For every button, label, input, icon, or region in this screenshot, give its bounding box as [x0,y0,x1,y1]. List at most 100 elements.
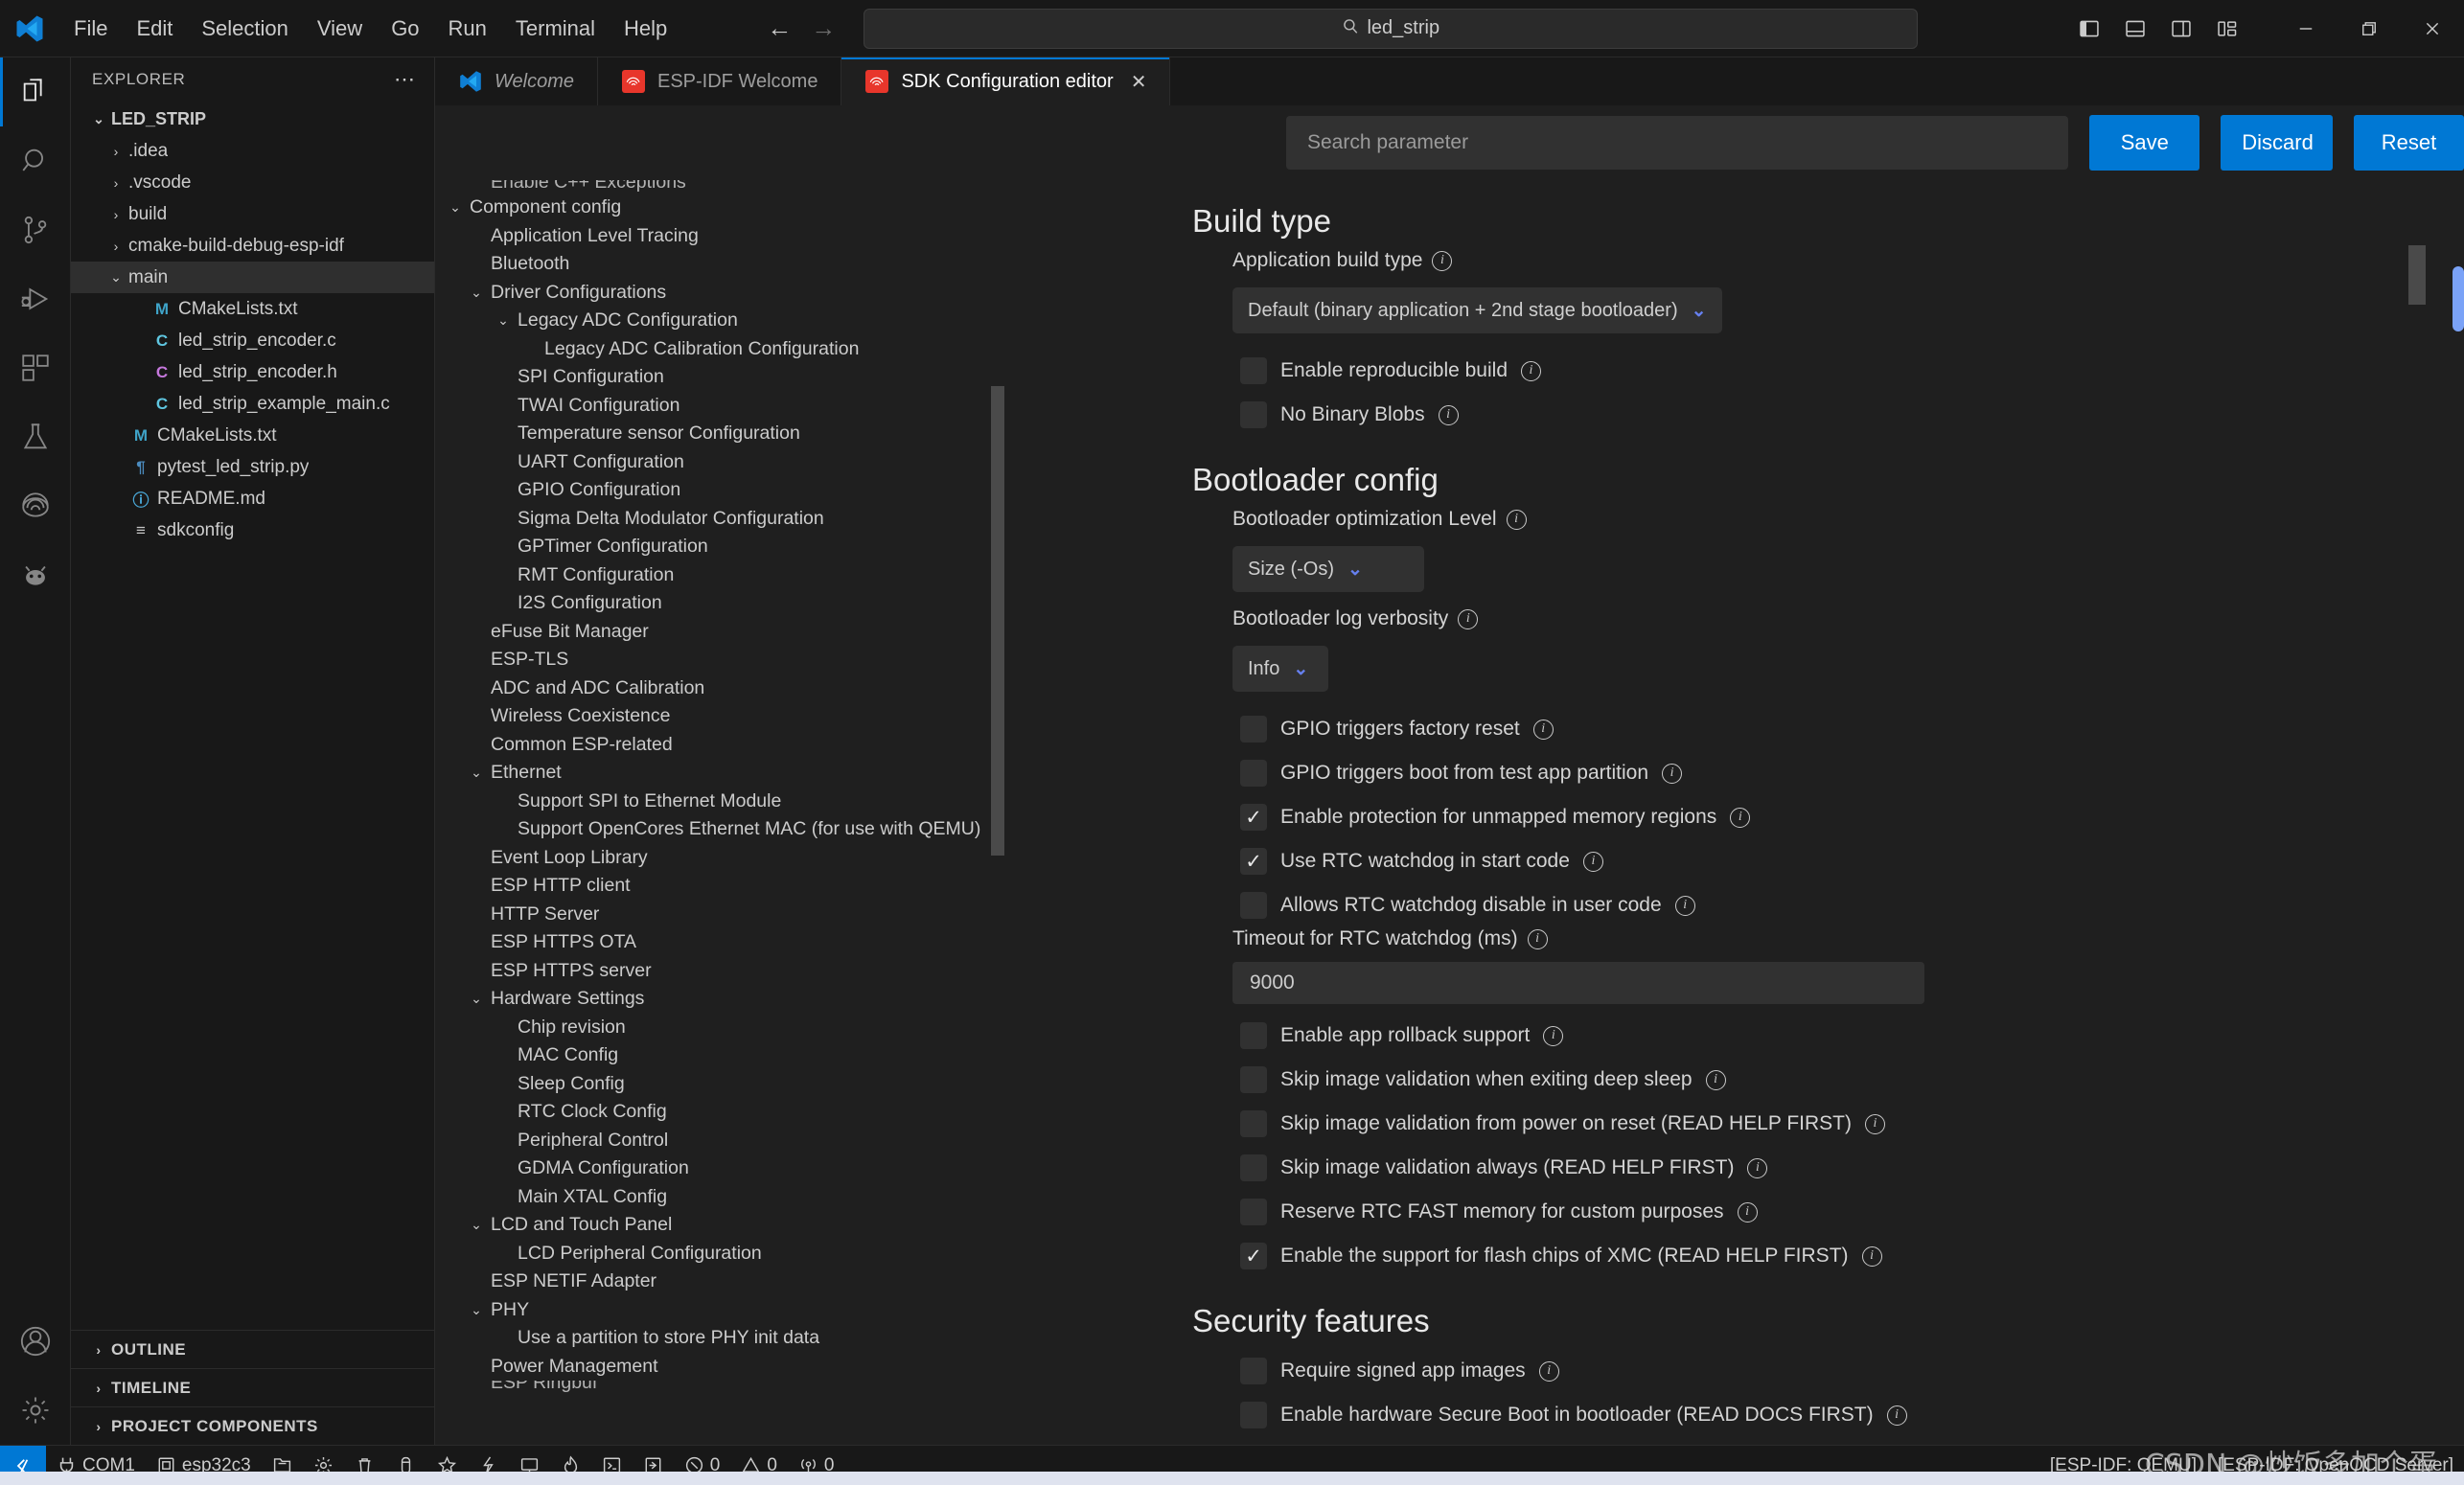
toggle-primary-sidebar-icon[interactable] [2071,11,2107,47]
select-dropdown[interactable]: Info ⌄ [1232,646,1328,692]
activity-search[interactable] [0,126,71,195]
file-tree-item[interactable]: › .vscode [71,167,434,198]
file-tree-item[interactable]: ›≡sdkconfig [71,514,434,546]
config-menu-item[interactable]: ›Bluetooth [435,250,1010,279]
config-menu-item[interactable]: ›Legacy ADC Calibration Configuration [435,335,1010,364]
info-icon[interactable]: i [1705,1069,1726,1090]
config-menu-item[interactable]: ⌄ Driver Configurations [435,279,1010,308]
file-tree-item[interactable]: ›ⓘREADME.md [71,483,434,514]
info-icon[interactable]: i [1737,1201,1758,1222]
checkbox[interactable] [1240,1022,1267,1049]
window-edge-scrollbar[interactable] [2452,266,2464,331]
checkbox-row[interactable]: Enable reproducible build i [1240,349,2464,393]
info-icon[interactable]: i [1506,509,1527,530]
config-menu-item[interactable]: ›RTC Clock Config [435,1098,1010,1127]
config-menu-item[interactable]: ›ESP NETIF Adapter [435,1268,1010,1296]
info-icon[interactable]: i [1865,1113,1885,1134]
config-menu-item[interactable]: ⌄ PHY [435,1296,1010,1325]
checkbox-row[interactable]: Skip image validation always (READ HELP … [1240,1146,2464,1190]
text-input[interactable] [1232,962,1924,1004]
select-dropdown[interactable]: Size (-Os) ⌄ [1232,546,1424,592]
checkbox[interactable] [1240,357,1267,384]
checkbox-row[interactable]: Enable hardware Secure Boot in bootloade… [1240,1393,2464,1437]
config-menu-item[interactable]: ›Main XTAL Config [435,1183,1010,1212]
menu-help[interactable]: Help [610,11,681,46]
minimize-icon[interactable] [2274,0,2337,57]
activity-extensions[interactable] [0,333,71,402]
ellipsis-icon[interactable]: ⋯ [394,67,417,92]
reset-button[interactable]: Reset [2354,115,2464,171]
checkbox[interactable] [1240,1066,1267,1093]
info-icon[interactable]: i [1458,608,1479,629]
config-menu-item[interactable]: ›Use a partition to store PHY init data [435,1324,1010,1353]
checkbox[interactable] [1240,1154,1267,1181]
checkbox[interactable] [1240,1243,1267,1269]
config-menu-item[interactable]: ›Application Level Tracing [435,222,1010,251]
config-menu-item[interactable]: ⌄ LCD and Touch Panel [435,1211,1010,1240]
config-menu-item[interactable]: ›ESP HTTP client [435,872,1010,901]
checkbox-row[interactable]: GPIO triggers boot from test app partiti… [1240,751,2464,795]
file-tree-item[interactable]: ›MCMakeLists.txt [71,293,434,325]
tab-welcome[interactable]: Welcome [435,57,598,105]
config-menu-item[interactable]: ›TWAI Configuration [435,392,1010,421]
select-dropdown[interactable]: Default (binary application + 2nd stage … [1232,287,1722,333]
checkbox[interactable] [1240,1358,1267,1384]
activity-run-and-debug[interactable] [0,264,71,333]
info-icon[interactable]: i [1438,404,1459,425]
activity-testing[interactable] [0,402,71,471]
config-tree-scrollbar[interactable] [991,386,1004,856]
config-menu-item[interactable]: ›Common ESP-related [435,731,1010,760]
customize-layout-icon[interactable] [2209,11,2245,47]
file-tree-item[interactable]: › cmake-build-debug-esp-idf [71,230,434,262]
checkbox-row[interactable]: Require signed app images i [1240,1349,2464,1393]
checkbox[interactable] [1240,848,1267,875]
config-menu-item[interactable]: ›LCD Peripheral Configuration [435,1240,1010,1268]
checkbox-row[interactable]: Allows RTC watchdog disable in user code… [1240,883,2464,927]
config-menu-item[interactable]: ›MAC Config [435,1041,1010,1070]
quick-search-bar[interactable]: led_strip [864,8,1919,49]
checkbox-row[interactable]: GPIO triggers factory reset i [1240,707,2464,751]
activity-esp-idf[interactable] [0,471,71,540]
checkbox[interactable] [1240,892,1267,919]
sidebar-panel-project-components[interactable]: › PROJECT COMPONENTS [71,1406,434,1445]
activity-source-control[interactable] [0,195,71,264]
info-icon[interactable]: i [1432,250,1453,271]
config-menu-item[interactable]: ›Sleep Config [435,1070,1010,1099]
config-menu-item[interactable]: ›GPIO Configuration [435,476,1010,505]
info-icon[interactable]: i [1582,851,1603,872]
config-menu-item[interactable]: ⌄ Hardware Settings [435,985,1010,1014]
info-icon[interactable]: i [1674,895,1695,916]
checkbox-row[interactable]: No Binary Blobs i [1240,393,2464,437]
file-tree-item[interactable]: ›Cled_strip_example_main.c [71,388,434,420]
config-menu-item[interactable]: ›eFuse Bit Manager [435,618,1010,647]
checkbox-row[interactable]: Enable the support for flash chips of XM… [1240,1234,2464,1278]
toggle-secondary-sidebar-icon[interactable] [2163,11,2199,47]
file-tree-item[interactable]: ›MCMakeLists.txt [71,420,434,451]
info-icon[interactable]: i [1543,1025,1564,1046]
sidebar-panel-outline[interactable]: › OUTLINE [71,1330,434,1368]
checkbox[interactable] [1240,1199,1267,1225]
arrow-left-icon[interactable]: ← [766,13,793,43]
menu-go[interactable]: Go [377,11,433,46]
activity-accounts[interactable] [0,1307,71,1376]
info-icon[interactable]: i [1527,928,1548,949]
config-menu-item[interactable]: ›SPI Configuration [435,363,1010,392]
config-menu-item[interactable]: ›ESP Ringbuf [435,1381,1010,1394]
config-menu-item[interactable]: ›Event Loop Library [435,844,1010,873]
checkbox[interactable] [1240,760,1267,787]
info-icon[interactable]: i [1538,1360,1559,1382]
menu-edit[interactable]: Edit [122,11,187,46]
config-menu-item[interactable]: ›Peripheral Control [435,1127,1010,1155]
file-tree-item[interactable]: › .idea [71,135,434,167]
save-button[interactable]: Save [2089,115,2200,171]
settings-scrollbar[interactable] [2408,245,2426,305]
info-icon[interactable]: i [1662,763,1683,784]
checkbox[interactable] [1240,716,1267,742]
file-tree-item[interactable]: ›Cled_strip_encoder.h [71,356,434,388]
info-icon[interactable]: i [1532,719,1554,740]
config-menu-item[interactable]: ›ESP HTTPS server [435,957,1010,986]
checkbox-row[interactable]: Reserve RTC FAST memory for custom purpo… [1240,1190,2464,1234]
config-menu-item[interactable]: ⌄ Component config [435,194,1010,222]
search-parameter-input[interactable] [1286,116,2069,170]
menu-view[interactable]: View [303,11,377,46]
